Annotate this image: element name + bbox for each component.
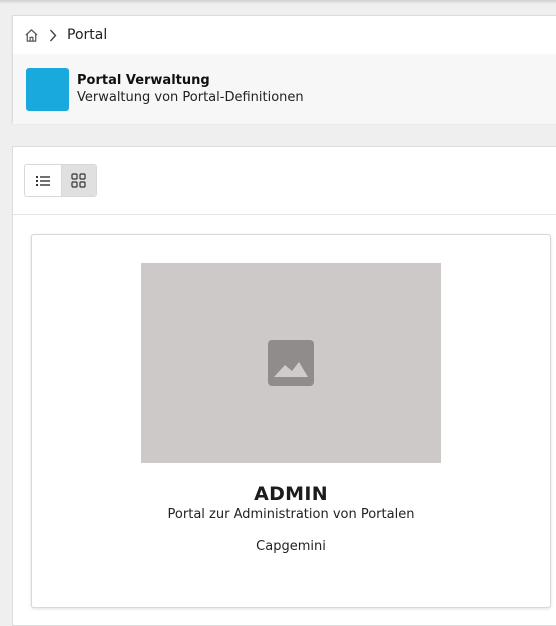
title-block: Portal Verwaltung Verwaltung von Portal-…: [77, 72, 304, 106]
breadcrumb-current: Portal: [67, 27, 108, 43]
title-area: Portal Verwaltung Verwaltung von Portal-…: [13, 54, 556, 124]
page-subtitle: Verwaltung von Portal-Definitionen: [77, 90, 304, 105]
home-icon[interactable]: [23, 27, 39, 43]
page-title: Portal Verwaltung: [77, 73, 210, 88]
portal-owner: Capgemini: [256, 539, 326, 554]
portal-list-panel: ADMIN Portal zur Administration von Port…: [12, 146, 556, 626]
grid-view-icon: [71, 173, 86, 188]
page-header: Portal Portal Verwaltung Verwaltung von …: [12, 15, 556, 124]
list-view-button[interactable]: [25, 165, 61, 196]
app-tile: [26, 67, 69, 111]
portal-description: Portal zur Administration von Portalen: [167, 507, 415, 522]
view-toggle: [24, 164, 97, 197]
portal-thumbnail: [141, 263, 441, 463]
grid-view-button[interactable]: [60, 165, 96, 196]
portal-name: ADMIN: [254, 483, 328, 505]
list-view-icon: [35, 175, 50, 186]
top-shadow: [0, 0, 556, 4]
toolbar: [13, 147, 556, 215]
image-placeholder-icon: [268, 340, 314, 386]
portal-card[interactable]: ADMIN Portal zur Administration von Port…: [31, 234, 551, 608]
breadcrumb: Portal: [13, 16, 556, 54]
chevron-right-icon: [49, 28, 59, 42]
